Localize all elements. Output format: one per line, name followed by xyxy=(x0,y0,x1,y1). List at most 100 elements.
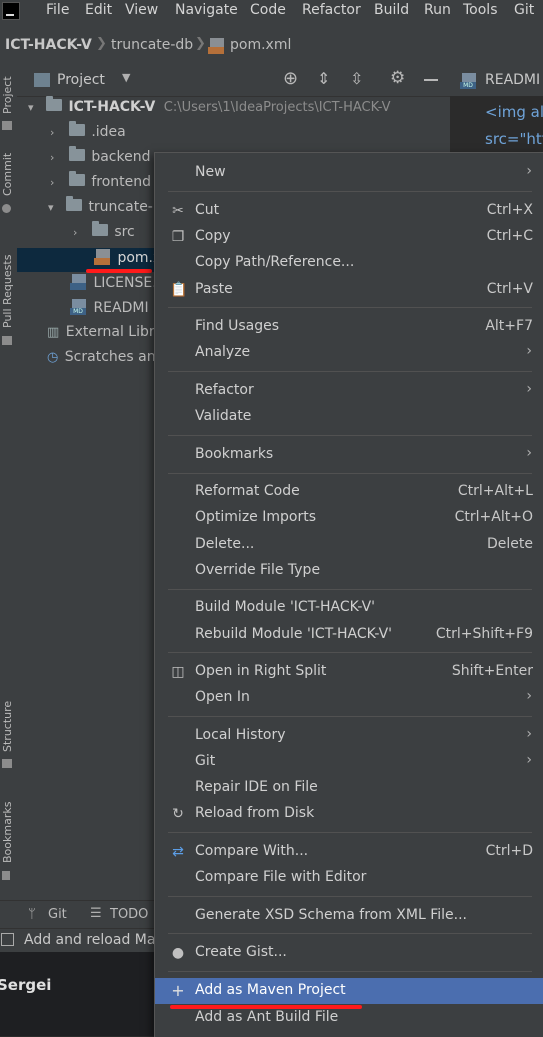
gear-icon[interactable]: ⚙ xyxy=(390,68,405,88)
menu-item-validate[interactable]: Validate xyxy=(155,404,543,430)
menu-tools[interactable]: Tools xyxy=(463,2,498,18)
menu-item-paste[interactable]: 📋 Paste Ctrl+V xyxy=(155,277,543,303)
menu-edit[interactable]: Edit xyxy=(85,2,112,18)
menu-file[interactable]: File xyxy=(46,2,69,18)
git-tool-tab[interactable]: Git xyxy=(48,907,67,922)
tree-item-label: truncate- xyxy=(88,199,153,215)
menu-item-override-file-type[interactable]: Override File Type xyxy=(155,558,543,584)
editor-area[interactable]: <img al src="htt xyxy=(450,96,543,156)
menu-item-delete[interactable]: Delete... Delete xyxy=(155,532,543,558)
menu-item-build-module[interactable]: Build Module 'ICT-HACK-V' xyxy=(155,595,543,621)
chevron-down-icon[interactable]: ▾ xyxy=(48,201,54,214)
menu-item-copy[interactable]: ❐ Copy Ctrl+C xyxy=(155,224,543,250)
tree-item-src[interactable]: › src xyxy=(73,221,135,249)
menu-item-generate-xsd[interactable]: Generate XSD Schema from XML File... xyxy=(155,903,543,929)
stripe-pull-requests-tab[interactable]: Pull Requests xyxy=(1,255,14,328)
menu-item-compare-file-editor[interactable]: Compare File with Editor xyxy=(155,865,543,891)
menu-item-optimize-imports[interactable]: Optimize Imports Ctrl+Alt+O xyxy=(155,505,543,531)
tree-item-external-libraries[interactable]: ▥ External Libr xyxy=(47,324,155,349)
menu-item-add-maven-project[interactable]: + Add as Maven Project xyxy=(155,978,543,1004)
menu-item-reformat-code[interactable]: Reformat Code Ctrl+Alt+L xyxy=(155,479,543,505)
tree-item-root[interactable]: ▾ ICT-HACK-V C:\Users\1\IdeaProjects\ICT… xyxy=(28,96,391,124)
menu-item-label: Rebuild Module 'ICT-HACK-V' xyxy=(195,626,393,642)
project-panel-header: Project ▼ ⊕ ⇕ ⇳ ⚙ xyxy=(17,66,450,97)
github-icon: ● xyxy=(171,945,185,961)
menu-item-repair-ide[interactable]: Repair IDE on File xyxy=(155,775,543,801)
menu-item-rebuild-module[interactable]: Rebuild Module 'ICT-HACK-V' Ctrl+Shift+F… xyxy=(155,622,543,648)
chevron-down-icon[interactable]: ▼ xyxy=(122,71,130,84)
menu-item-reload-from-disk[interactable]: ↻ Reload from Disk xyxy=(155,801,543,827)
menu-item-local-history[interactable]: Local History › xyxy=(155,723,543,749)
chevron-right-icon[interactable]: › xyxy=(50,126,54,139)
menu-view[interactable]: View xyxy=(125,2,158,18)
tree-item-idea[interactable]: › .idea xyxy=(50,121,126,149)
copy-icon: ❐ xyxy=(171,229,185,245)
stripe-commit-tab[interactable]: Commit xyxy=(1,153,14,196)
chevron-right-icon: › xyxy=(526,163,532,179)
breadcrumb-project[interactable]: ICT-HACK-V xyxy=(5,37,92,53)
menu-item-git[interactable]: Git › xyxy=(155,749,543,775)
menu-item-cut[interactable]: ✂ Cut Ctrl+X xyxy=(155,198,543,224)
menu-item-new[interactable]: New › xyxy=(155,160,543,186)
menu-item-label: Delete... xyxy=(195,536,255,552)
menu-code[interactable]: Code xyxy=(250,2,286,18)
folder-icon xyxy=(91,221,108,236)
menu-item-label: Reload from Disk xyxy=(195,805,315,821)
markdown-file-icon xyxy=(70,274,86,290)
background-text: Sergei xyxy=(0,976,52,994)
menu-item-analyze[interactable]: Analyze › xyxy=(155,340,543,366)
tree-item-label: LICENSE. xyxy=(93,275,157,291)
menu-item-open-right-split[interactable]: ◫ Open in Right Split Shift+Enter xyxy=(155,659,543,685)
stripe-project-tab[interactable]: Project xyxy=(1,76,14,114)
menu-item-open-in[interactable]: Open In › xyxy=(155,685,543,711)
menu-separator xyxy=(168,716,532,717)
menu-run[interactable]: Run xyxy=(424,2,451,18)
tree-item-truncate-db[interactable]: ▾ truncate- xyxy=(48,196,153,224)
chevron-right-icon[interactable]: › xyxy=(50,176,54,189)
tree-item-backend[interactable]: › backend xyxy=(50,146,150,174)
shortcut-label: Alt+F7 xyxy=(485,318,533,334)
stripe-bookmarks-tab[interactable]: Bookmarks xyxy=(1,802,14,863)
breadcrumb-module[interactable]: truncate-db xyxy=(111,37,193,53)
menu-item-copy-path[interactable]: Copy Path/Reference... xyxy=(155,250,543,276)
menu-item-refactor[interactable]: Refactor › xyxy=(155,378,543,404)
menu-item-bookmarks[interactable]: Bookmarks › xyxy=(155,442,543,468)
chevron-right-icon[interactable]: › xyxy=(50,151,54,164)
tree-item-frontend[interactable]: › frontend xyxy=(50,171,151,199)
menu-navigate[interactable]: Navigate xyxy=(175,2,238,18)
menu-item-label: Analyze xyxy=(195,344,251,360)
menu-git[interactable]: Git xyxy=(514,2,534,18)
menu-item-label: Compare With... xyxy=(195,843,309,859)
library-icon: ▥ xyxy=(47,325,60,340)
menu-item-find-usages[interactable]: Find Usages Alt+F7 xyxy=(155,314,543,340)
tree-item-scratches[interactable]: ◷ Scratches an xyxy=(47,349,156,374)
project-panel-title[interactable]: Project xyxy=(57,72,105,88)
menu-build[interactable]: Build xyxy=(374,2,409,18)
breadcrumb-file[interactable]: pom.xml xyxy=(230,37,291,53)
locate-file-icon[interactable]: ⊕ xyxy=(283,68,298,89)
tree-item-readme[interactable]: MD READMI xyxy=(70,299,149,324)
editor-tab-readme[interactable]: READMI xyxy=(485,72,540,88)
menu-separator xyxy=(168,652,532,653)
hide-panel-icon[interactable] xyxy=(424,79,438,81)
bookmark-icon xyxy=(2,871,10,880)
tree-item-label: Scratches an xyxy=(64,349,156,365)
menu-refactor[interactable]: Refactor xyxy=(302,2,361,18)
tree-item-label: src xyxy=(114,224,135,240)
chevron-down-icon[interactable]: ▾ xyxy=(28,101,34,114)
expand-all-icon[interactable]: ⇕ xyxy=(317,69,330,88)
chevron-right-icon[interactable]: › xyxy=(73,226,77,239)
menu-item-label: Add as Ant Build File xyxy=(195,1009,339,1025)
reload-icon: ↻ xyxy=(172,806,184,822)
status-checkbox-icon[interactable] xyxy=(1,933,14,946)
menu-item-compare-with[interactable]: ⇄ Compare With... Ctrl+D xyxy=(155,839,543,865)
menu-item-label: Validate xyxy=(195,408,252,424)
menu-separator xyxy=(168,896,532,897)
todo-tool-tab[interactable]: TODO xyxy=(110,907,148,922)
tree-item-license[interactable]: LICENSE. xyxy=(70,274,157,299)
menu-item-create-gist[interactable]: ● Create Gist... xyxy=(155,940,543,966)
xml-file-icon xyxy=(94,249,110,265)
intellij-logo-icon[interactable] xyxy=(2,2,20,20)
stripe-structure-tab[interactable]: Structure xyxy=(1,701,14,752)
collapse-all-icon[interactable]: ⇳ xyxy=(350,69,363,88)
